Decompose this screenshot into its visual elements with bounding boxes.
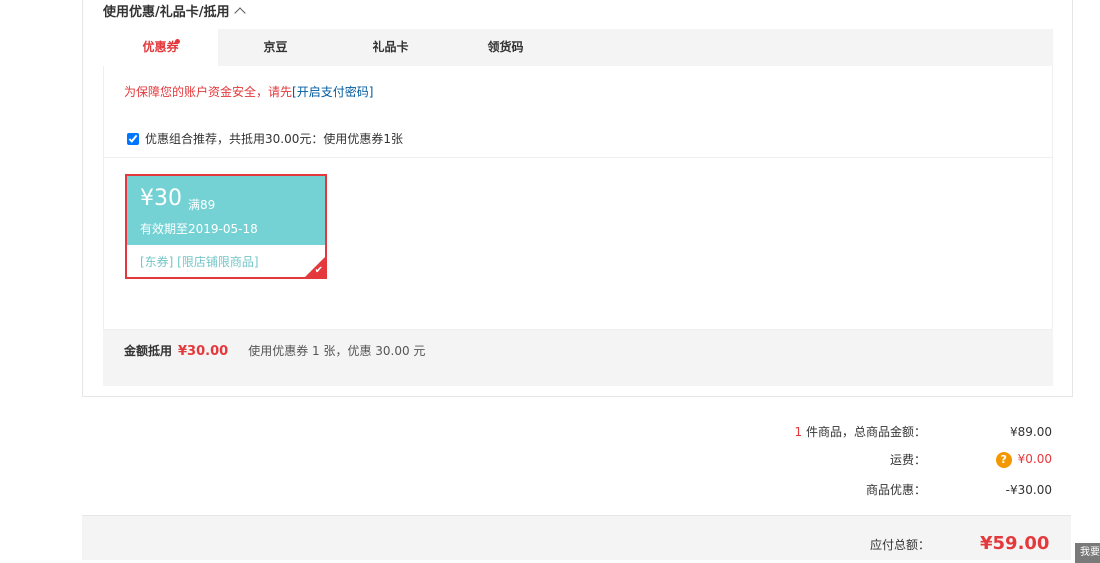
coupon-amount: ¥30	[140, 186, 182, 211]
tab-pickup-code-label: 领货码	[487, 40, 524, 54]
deduction-summary: 金额抵用 ¥30.00 使用优惠券 1 张，优惠 30.00 元	[124, 342, 425, 359]
deduction-label: 金额抵用	[124, 344, 173, 358]
tab-gift-card-label: 礼品卡	[372, 40, 409, 54]
tab-jingdou[interactable]: 京豆	[233, 29, 318, 66]
new-dot-icon	[175, 39, 180, 44]
tab-coupon[interactable]: 优惠券	[103, 29, 218, 66]
combo-recommend[interactable]: 优惠组合推荐，共抵用30.00元：使用优惠券1张	[127, 130, 403, 147]
combo-label: 优惠组合推荐，共抵用30.00元：使用优惠券1张	[145, 132, 403, 146]
total-value: ¥59.00	[980, 533, 1050, 554]
item-count: 1	[794, 425, 803, 439]
coupon-tags: [东券] [限店铺限商品]	[140, 255, 259, 269]
discount-label: 商品优惠：	[865, 483, 926, 497]
tab-jingdou-label: 京豆	[263, 40, 288, 54]
coupon-item[interactable]: ¥30 满89 有效期至2019-05-18 [东券] [限店铺限商品] ✔	[125, 174, 327, 279]
deduction-desc: 使用优惠券 1 张，优惠 30.00 元	[248, 344, 426, 358]
items-value: ¥89.00	[1010, 424, 1052, 439]
summary-items-row: 1 件商品，总商品金额： ¥89.00	[632, 423, 1052, 440]
tab-pickup-code[interactable]: 领货码	[463, 29, 548, 66]
check-icon: ✔	[314, 265, 323, 276]
summary-discount-row: 商品优惠： -¥30.00	[632, 481, 1052, 498]
enable-pay-password-link[interactable]: [开启支付密码]	[292, 85, 373, 99]
help-icon[interactable]: ?	[995, 451, 1012, 468]
notice-text: 为保障您的账户资金安全，请先	[124, 85, 293, 99]
deduction-value: ¥30.00	[178, 344, 229, 359]
divider	[104, 157, 1052, 158]
security-notice: 为保障您的账户资金安全，请先[开启支付密码]	[124, 83, 373, 100]
side-feedback-tab[interactable]: 我要	[1075, 543, 1100, 563]
section-title: 使用优惠/礼品卡/抵用	[103, 5, 230, 20]
chevron-up-icon[interactable]	[233, 6, 246, 19]
items-label: 件商品，总商品金额：	[805, 425, 926, 439]
tab-coupon-label: 优惠券	[142, 40, 179, 54]
coupon-condition: 满89	[188, 198, 216, 212]
shipping-value: ¥0.00	[1017, 451, 1052, 466]
discount-value: -¥30.00	[1005, 482, 1052, 497]
tab-bar: 优惠券 京豆 礼品卡 领货码	[103, 29, 1053, 66]
coupon-validity: 有效期至2019-05-18	[140, 222, 258, 236]
combo-checkbox[interactable]	[127, 132, 139, 145]
summary-shipping-row: 运费： ? ¥0.00	[632, 451, 1052, 468]
section-header[interactable]: 使用优惠/礼品卡/抵用	[103, 1, 246, 20]
tab-gift-card[interactable]: 礼品卡	[348, 29, 433, 66]
total-label: 应付总额：	[870, 538, 931, 552]
shipping-label: 运费：	[889, 453, 926, 467]
